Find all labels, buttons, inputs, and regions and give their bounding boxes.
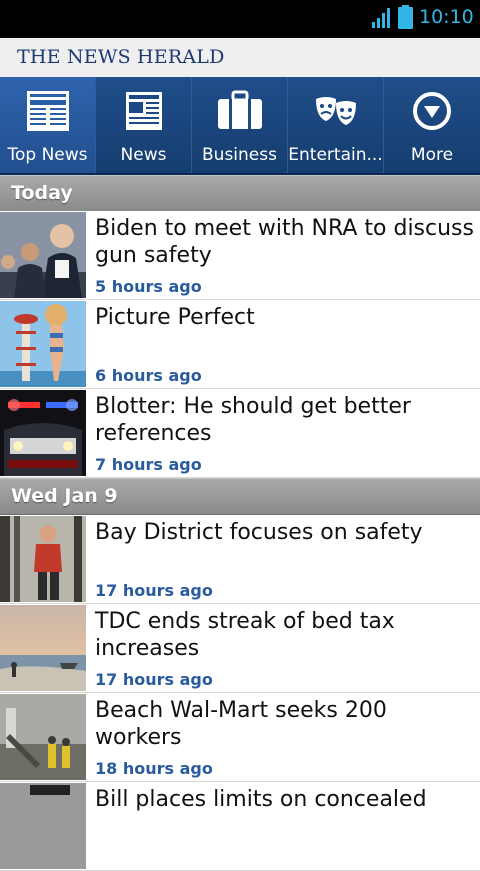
article-time: 18 hours ago	[95, 759, 213, 778]
signal-strength-icon	[372, 8, 390, 28]
tab-top-news[interactable]: Top News	[0, 77, 96, 173]
article-item[interactable]: Beach Wal-Mart seeks 200 workers 18 hour…	[0, 693, 480, 782]
tab-more[interactable]: More	[384, 77, 480, 173]
section-header-today: Today	[0, 175, 480, 212]
tab-business-label: Business	[202, 145, 277, 165]
article-item[interactable]: Biden to meet with NRA to discuss gun sa…	[0, 211, 480, 300]
section-title: Today	[11, 182, 73, 204]
article-time: 5 hours ago	[95, 277, 202, 296]
article-headline: Blotter: He should get better references	[95, 394, 411, 446]
theater-masks-icon	[315, 97, 356, 125]
article-thumbnail	[0, 212, 86, 298]
tab-top-news-label: Top News	[7, 145, 88, 165]
article-headline: Biden to meet with NRA to discuss gun sa…	[95, 216, 474, 268]
article-headline: Picture Perfect	[95, 305, 255, 330]
tab-news-label: News	[120, 145, 167, 165]
article-thumbnail	[0, 605, 86, 691]
tab-more-label: More	[410, 145, 454, 165]
article-thumbnail	[0, 516, 86, 602]
section-header-wed-jan-9: Wed Jan 9	[0, 478, 480, 515]
masthead: THE NEWS HERALD	[0, 38, 480, 78]
battery-icon	[398, 5, 413, 29]
article-thumbnail	[0, 783, 86, 869]
tab-business[interactable]: Business	[192, 77, 288, 173]
tab-entertainment[interactable]: Entertain...	[288, 77, 384, 173]
category-tab-bar: Top News News Business Entertain... More	[0, 77, 480, 175]
status-bar: 10:10	[0, 0, 480, 38]
article-time: 17 hours ago	[95, 670, 213, 689]
briefcase-icon	[217, 90, 262, 129]
article-time: 17 hours ago	[95, 581, 213, 600]
chevron-circle-down-icon	[413, 92, 451, 130]
article-headline: TDC ends streak of bed tax increases	[95, 609, 395, 661]
article-item[interactable]: Bill places limits on concealed	[0, 782, 480, 871]
status-time: 10:10	[419, 6, 474, 28]
article-item[interactable]: Bay District focuses on safety 17 hours …	[0, 515, 480, 604]
article-headline: Bay District focuses on safety	[95, 520, 423, 545]
article-time: 6 hours ago	[95, 366, 202, 385]
tab-news[interactable]: News	[96, 77, 192, 173]
article-thumbnail	[0, 390, 86, 476]
tab-entertainment-label: Entertain...	[288, 145, 383, 165]
newspaper-front-icon	[26, 91, 69, 131]
article-headline: Beach Wal-Mart seeks 200 workers	[95, 698, 387, 750]
article-thumbnail	[0, 301, 86, 387]
article-item[interactable]: Blotter: He should get better references…	[0, 389, 480, 478]
app-title: THE NEWS HERALD	[17, 46, 225, 68]
newspaper-icon	[125, 92, 162, 130]
article-time: 7 hours ago	[95, 455, 202, 474]
article-item[interactable]: TDC ends streak of bed tax increases 17 …	[0, 604, 480, 693]
section-title: Wed Jan 9	[11, 485, 118, 507]
article-item[interactable]: Picture Perfect 6 hours ago	[0, 300, 480, 389]
article-thumbnail	[0, 694, 86, 780]
